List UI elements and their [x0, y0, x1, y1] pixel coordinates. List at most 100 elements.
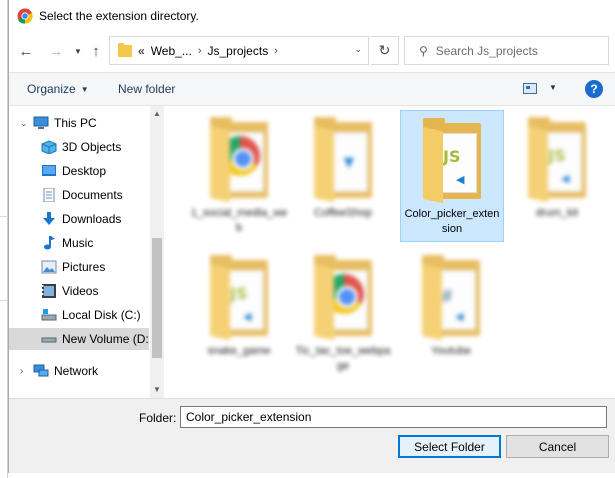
- vscode-icon: ▼: [340, 152, 358, 172]
- up-button[interactable]: ↑: [85, 40, 107, 62]
- folder-name: 1_social_media_web: [190, 207, 288, 234]
- search-input[interactable]: Search Js_projects: [436, 44, 538, 58]
- js-icon: JS: [443, 147, 461, 166]
- change-view-icon[interactable]: [523, 83, 537, 94]
- vscode-icon: ◀: [455, 311, 464, 323]
- tree-item-label: Pictures: [62, 260, 106, 274]
- tree-item-this-pc[interactable]: ⌄ This PC: [9, 112, 149, 134]
- tree-item-videos[interactable]: Videos: [9, 280, 149, 302]
- tree-item-label: Desktop: [62, 164, 107, 178]
- forward-button[interactable]: →: [45, 40, 67, 62]
- tree-item-label: Network: [54, 364, 99, 378]
- select-folder-button[interactable]: Select Folder: [398, 435, 501, 458]
- vscode-icon: ◀: [243, 311, 252, 323]
- folder-icon: [118, 42, 132, 57]
- cancel-button[interactable]: Cancel: [506, 435, 609, 458]
- folder-content-pane: 1_social_media_web ▼ CoffeeShop JS ◀ Col…: [166, 106, 615, 398]
- breadcrumb-separator-icon[interactable]: ›: [198, 45, 202, 57]
- cube-icon: [41, 140, 57, 154]
- folder-item-selected[interactable]: JS ◀ Color_picker_extension: [400, 110, 504, 242]
- refresh-icon: ↻: [378, 42, 391, 58]
- drive-icon: [41, 309, 57, 321]
- tree-item-downloads[interactable]: Downloads: [9, 208, 149, 230]
- folder-item[interactable]: JS ◀ drum_kit: [506, 110, 610, 242]
- chevron-down-icon: ▼: [74, 46, 82, 56]
- refresh-button[interactable]: ↻: [371, 36, 399, 65]
- js-icon: JS: [230, 284, 248, 303]
- folder-item[interactable]: 1_social_media_web: [188, 110, 292, 242]
- tree-item-label: Downloads: [62, 212, 122, 226]
- chevron-down-icon[interactable]: ⌄: [20, 118, 28, 129]
- navigation-pane: ⌄ This PC 3D Objects Desktop Documents D…: [9, 106, 164, 398]
- scroll-down-icon[interactable]: ▼: [150, 382, 164, 396]
- tree-item-label: 3D Objects: [62, 140, 122, 154]
- tree-item-pictures[interactable]: Pictures: [9, 256, 149, 278]
- folder-icon: ▼: [314, 117, 374, 203]
- tree-item-documents[interactable]: Documents: [9, 184, 149, 206]
- scrollbar-thumb[interactable]: [152, 238, 162, 358]
- navigation-scrollbar[interactable]: ▲ ▼: [150, 106, 164, 398]
- arrow-up-icon: ↑: [92, 42, 100, 60]
- hash-icon: #: [442, 286, 453, 306]
- chevron-right-icon[interactable]: ›: [20, 366, 23, 377]
- back-button[interactable]: ←: [15, 40, 37, 62]
- scroll-up-icon[interactable]: ▲: [150, 106, 164, 120]
- folder-icon: [314, 255, 374, 341]
- new-folder-button[interactable]: New folder: [118, 82, 175, 96]
- tree-item-label: Videos: [62, 284, 99, 298]
- folder-field[interactable]: [180, 406, 607, 428]
- music-icon: [44, 236, 55, 250]
- background-page-strip: [0, 0, 8, 478]
- documents-icon: [43, 188, 55, 202]
- tree-item-local-disk-c[interactable]: Local Disk (C:): [9, 304, 149, 326]
- folder-item[interactable]: ▼ CoffeeShop: [292, 110, 396, 242]
- folder-item[interactable]: JS ◀ snake_game: [188, 248, 292, 380]
- tree-item-label: New Volume (D:: [62, 332, 149, 346]
- folder-item[interactable]: # ◀ Youtube: [400, 248, 504, 380]
- tree-item-label: Music: [62, 236, 94, 250]
- title-bar: Select the extension directory.: [9, 0, 615, 32]
- folder-icon: JS ◀: [210, 255, 270, 341]
- breadcrumb-web[interactable]: Web_...: [151, 44, 192, 58]
- view-options-dropdown-icon[interactable]: ▼: [549, 83, 557, 92]
- navigation-row: ← → ▼ ↑ « Web_... › Js_projects › ⌄ ↻ ⚲ …: [9, 32, 615, 70]
- tree-item-network[interactable]: › Network: [9, 360, 149, 382]
- folder-item[interactable]: Tic_tac_toe_webpage: [292, 248, 396, 380]
- js-icon: JS: [548, 146, 566, 165]
- tree-item-new-volume-d[interactable]: New Volume (D:: [9, 328, 149, 350]
- command-bar: Organize ▼ New folder ▼ ?: [9, 72, 615, 106]
- desktop-icon: [42, 165, 56, 176]
- folder-icon: [210, 117, 270, 203]
- folder-name: CoffeeShop: [314, 207, 372, 219]
- folder-name: drum_kit: [535, 207, 579, 219]
- address-dropdown-icon[interactable]: ⌄: [354, 44, 362, 55]
- chevron-down-icon: ▼: [80, 85, 89, 94]
- organize-label: Organize: [27, 82, 76, 96]
- organize-button[interactable]: Organize ▼: [27, 82, 89, 96]
- address-bar[interactable]: « Web_... › Js_projects › ⌄: [109, 36, 369, 65]
- breadcrumb-separator-icon[interactable]: ›: [274, 45, 278, 57]
- folder-field-label: Folder:: [139, 411, 177, 425]
- tree-item-music[interactable]: Music: [9, 232, 149, 254]
- download-icon: [43, 212, 55, 225]
- vscode-icon: ◀: [561, 173, 570, 185]
- tree-item-desktop[interactable]: Desktop: [9, 160, 149, 182]
- folder-icon: # ◀: [422, 255, 482, 341]
- window-title: Select the extension directory.: [39, 9, 199, 23]
- tree-item-label: Local Disk (C:): [62, 308, 141, 322]
- breadcrumb-js-projects[interactable]: Js_projects: [208, 44, 269, 58]
- videos-icon: [42, 284, 56, 298]
- pictures-icon: [41, 260, 57, 274]
- arrow-right-icon: →: [48, 42, 64, 60]
- tree-item-label: This PC: [54, 116, 97, 130]
- search-icon: ⚲: [419, 43, 428, 58]
- computer-icon: [33, 116, 49, 129]
- search-box[interactable]: ⚲ Search Js_projects: [404, 36, 609, 65]
- help-button[interactable]: ?: [585, 80, 603, 98]
- drive-icon: [41, 337, 57, 343]
- folder-icon: JS ◀: [528, 117, 588, 203]
- folder-name: snake_game: [207, 345, 271, 357]
- new-folder-label: New folder: [118, 82, 176, 96]
- tree-item-3d-objects[interactable]: 3D Objects: [9, 136, 149, 158]
- breadcrumb-overflow[interactable]: «: [138, 44, 145, 58]
